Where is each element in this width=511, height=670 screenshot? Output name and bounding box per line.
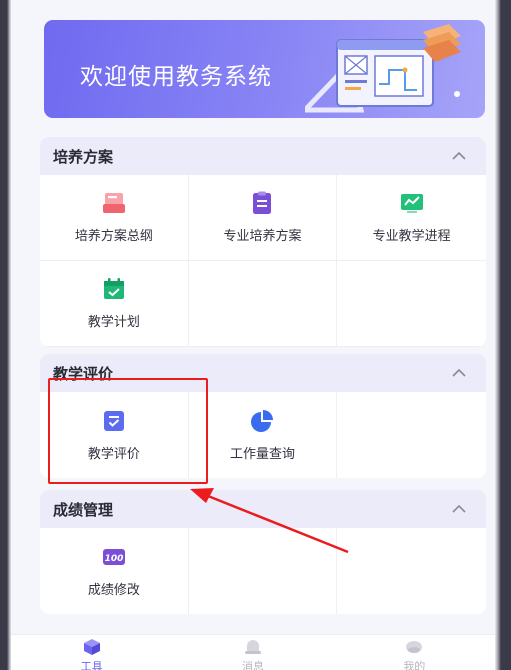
empty-cell	[337, 261, 486, 347]
section-title: 成绩管理	[53, 500, 114, 519]
user-icon	[406, 641, 423, 653]
blue-evaluation-icon	[103, 410, 124, 431]
menu-item-grade-modification[interactable]: 100 成绩修改	[40, 528, 189, 614]
green-calendar-icon	[103, 278, 124, 299]
menu-item-label: 教学计划	[87, 315, 140, 330]
tab-label: 消息	[241, 660, 264, 670]
tab-messages[interactable]: 消息	[213, 635, 293, 670]
menu-item-teaching-evaluation[interactable]: 教学评价	[40, 392, 189, 478]
empty-cell	[337, 392, 486, 478]
section-title: 教学评价	[53, 364, 114, 383]
empty-cell	[189, 528, 338, 614]
menu-item-label: 成绩修改	[87, 582, 140, 598]
section-card-grade-management: 成绩管理 100 成绩修改	[40, 490, 486, 614]
app-screen: 欢迎使用教务系统 培养方案 培养方案总纲 专业培养方案 专业教学进程 教学计划 …	[11, 0, 495, 670]
menu-item-label: 培养方案总纲	[74, 229, 153, 244]
section-header[interactable]: 教学评价	[40, 354, 486, 392]
menu-item-label: 教学评价	[87, 446, 140, 462]
section-header[interactable]: 培养方案	[40, 137, 486, 175]
chevron-up-icon[interactable]	[450, 502, 468, 516]
left-window-edge	[0, 0, 11, 670]
right-window-edge	[495, 0, 511, 670]
green-chart-icon	[400, 194, 423, 213]
section-card-teaching-evaluation: 教学评价 教学评价 工作量查询	[40, 354, 486, 478]
dashboard-illustration-icon	[305, 24, 461, 113]
empty-cell	[337, 528, 486, 614]
tab-label: 我的	[403, 660, 426, 670]
menu-item-label: 专业教学进程	[372, 229, 451, 244]
red-tray-icon	[102, 193, 125, 213]
purple-clipboard-icon	[253, 191, 272, 214]
tab-tools[interactable]: 工具	[52, 635, 132, 670]
blue-pie-chart-icon	[251, 409, 274, 432]
menu-item-teaching-plan[interactable]: 教学计划	[40, 261, 189, 347]
section-header[interactable]: 成绩管理	[40, 490, 486, 528]
section-card-training-plan: 培养方案 培养方案总纲 专业培养方案 专业教学进程 教学计划	[40, 137, 486, 347]
banner-title: 欢迎使用教务系统	[80, 64, 272, 90]
bottom-tab-bar: 工具 消息 我的	[11, 634, 495, 670]
tab-label: 工具	[80, 660, 103, 670]
section-title: 培养方案	[53, 147, 114, 166]
menu-item-label: 工作量查询	[229, 446, 295, 462]
menu-item-training-plan-outline[interactable]: 培养方案总纲	[40, 175, 189, 261]
welcome-banner: 欢迎使用教务系统	[44, 20, 485, 118]
bell-icon	[244, 640, 261, 654]
chevron-up-icon[interactable]	[450, 149, 468, 163]
menu-item-major-teaching-progress[interactable]: 专业教学进程	[337, 175, 486, 261]
menu-item-major-training-plan[interactable]: 专业培养方案	[188, 175, 338, 261]
menu-item-label: 专业培养方案	[223, 229, 302, 244]
cube-icon	[83, 639, 100, 655]
chevron-up-icon[interactable]	[450, 366, 468, 380]
tab-profile[interactable]: 我的	[374, 635, 454, 670]
score-icon-text: 100	[104, 554, 123, 564]
empty-cell	[188, 261, 338, 347]
menu-item-workload-query[interactable]: 工作量查询	[189, 392, 338, 478]
purple-100-score-icon: 100	[102, 548, 125, 565]
